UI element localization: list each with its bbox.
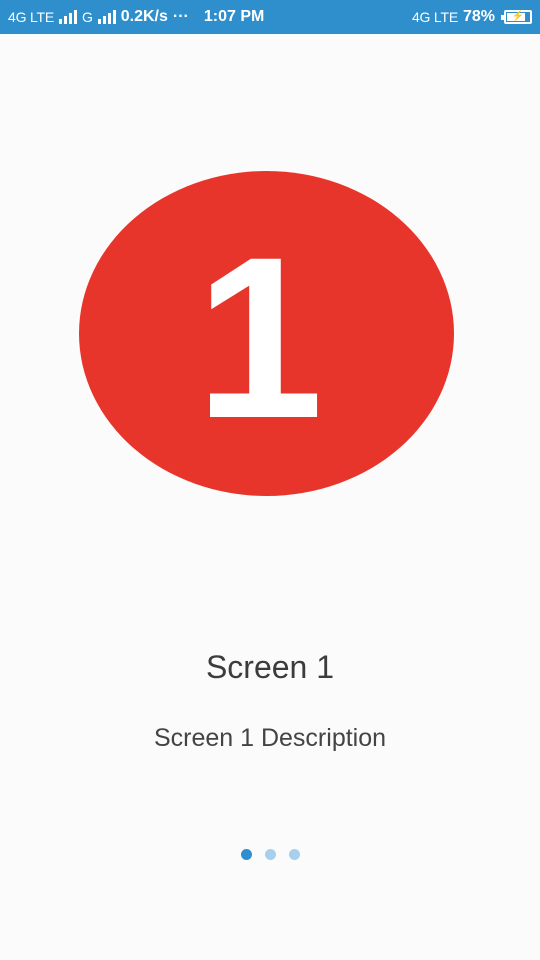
- network-speed: 0.2K/s: [120, 8, 168, 25]
- page-indicator-dot[interactable]: [240, 849, 252, 860]
- more-notifications-icon: ···: [172, 8, 189, 25]
- hero-number: 1: [195, 208, 324, 466]
- status-bar-left: 4G LTE G 0.2K/s ··· 1:07 PM: [8, 8, 264, 26]
- status-bar: 4G LTE G 0.2K/s ··· 1:07 PM 4G LTE 78% ⚡: [0, 0, 540, 34]
- network-type-label-secondary: G: [82, 9, 93, 25]
- network-type-label-right: 4G LTE: [411, 9, 458, 25]
- battery-charging-icon: ⚡: [501, 10, 532, 24]
- page-indicator: [0, 849, 540, 860]
- signal-strength-icon: [59, 10, 78, 24]
- battery-percent: 78%: [462, 8, 495, 25]
- screen-title: Screen 1: [205, 649, 335, 685]
- hero-circle-image: 1: [79, 171, 454, 496]
- signal-strength-icon-secondary: [97, 10, 116, 24]
- clock: 1:07 PM: [203, 8, 265, 25]
- screen-description: Screen 1 Description: [153, 724, 387, 752]
- page-indicator-dot[interactable]: [288, 849, 300, 860]
- page-indicator-dot[interactable]: [264, 849, 276, 860]
- network-type-label: 4G LTE: [8, 9, 55, 25]
- onboarding-page[interactable]: 1 Screen 1 Screen 1 Description: [0, 34, 540, 960]
- status-bar-right: 4G LTE 78% ⚡: [412, 8, 532, 26]
